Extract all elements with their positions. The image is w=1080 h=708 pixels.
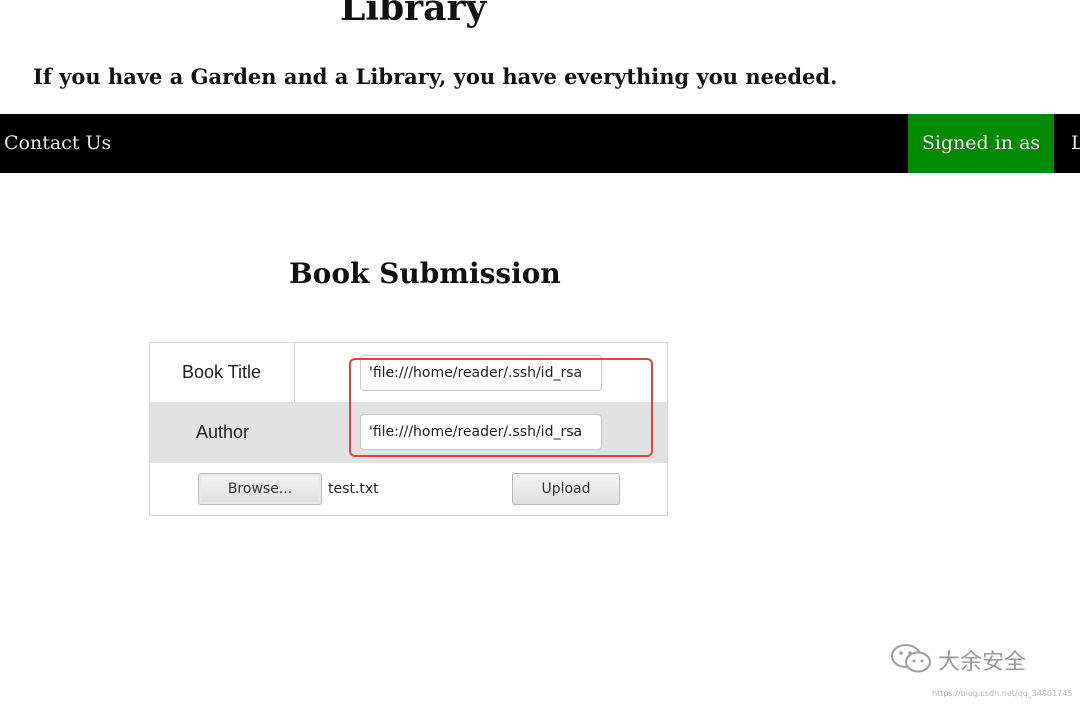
author-input[interactable]: 'file:///home/reader/.ssh/id_rsa <box>360 414 602 450</box>
nav-contact-us-link[interactable]: Contact Us <box>4 114 111 173</box>
upload-row: Browse... test.txt Upload <box>150 463 667 515</box>
author-label: Author <box>196 422 250 442</box>
site-tagline: If you have a Garden and a Library, you … <box>33 64 838 89</box>
cell-divider <box>294 343 295 402</box>
wechat-icon <box>891 644 931 673</box>
wechat-watermark: 大余安全 <box>890 640 1060 680</box>
book-submission-form: Book Title 'file:///home/reader/.ssh/id_… <box>149 342 668 516</box>
book-title-label: Book Title <box>182 362 262 382</box>
selected-file-name: test.txt <box>328 481 379 497</box>
nav-truncated-link[interactable]: L <box>1071 114 1080 173</box>
author-row: Author 'file:///home/reader/.ssh/id_rsa <box>150 402 667 463</box>
top-navbar: Contact Us Signed in as L <box>0 114 1080 173</box>
watermark-text: 大余安全 <box>938 650 1027 675</box>
book-title-input[interactable]: 'file:///home/reader/.ssh/id_rsa <box>360 355 602 391</box>
book-title-row: Book Title 'file:///home/reader/.ssh/id_… <box>150 343 667 402</box>
upload-button[interactable]: Upload <box>512 473 620 505</box>
browse-button[interactable]: Browse... <box>198 473 322 505</box>
book-submission-title: Book Submission <box>289 257 561 290</box>
nav-signed-in-link[interactable]: Signed in as <box>908 114 1054 173</box>
site-title: Library <box>340 0 487 29</box>
watermark-url: https://blog.csdn.net/qq_34801745 <box>932 689 1073 698</box>
